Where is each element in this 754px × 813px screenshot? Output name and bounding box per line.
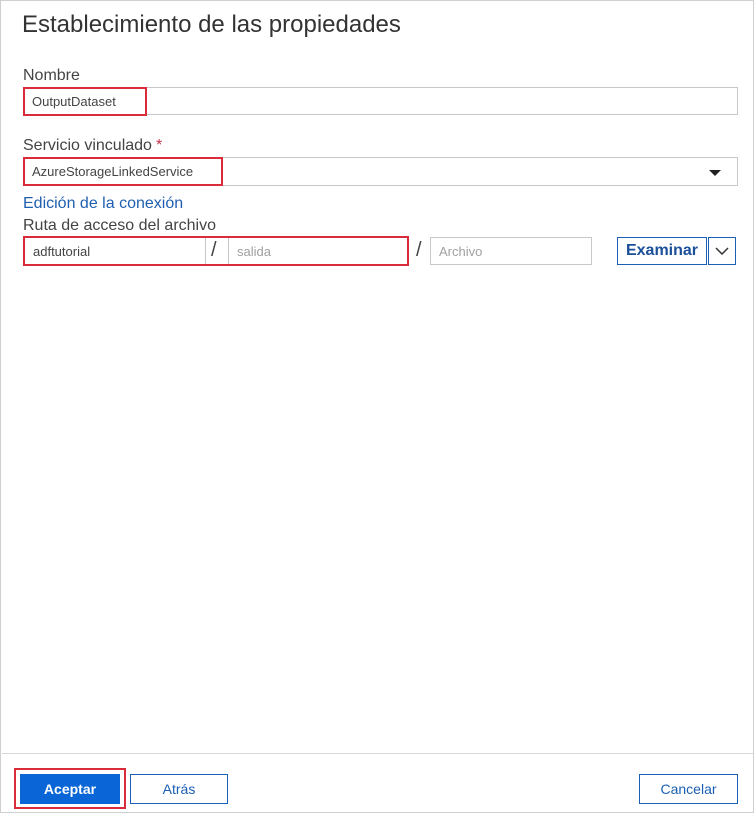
cancel-button[interactable]: Cancelar <box>639 774 738 804</box>
path-separator: / <box>211 239 217 261</box>
linked-service-label: Servicio vinculado * <box>23 137 162 155</box>
chevron-down-icon <box>709 170 721 176</box>
file-input[interactable]: Archivo <box>430 237 592 265</box>
back-button[interactable]: Atrás <box>130 774 228 804</box>
name-value: OutputDataset <box>32 93 116 109</box>
linked-service-select[interactable]: AzureStorageLinkedService <box>23 157 738 186</box>
folder-input[interactable]: salida <box>228 237 408 265</box>
folder-placeholder: salida <box>237 243 271 259</box>
linked-service-label-text: Servicio vinculado <box>23 137 152 154</box>
required-mark: * <box>155 137 163 154</box>
name-label: Nombre <box>23 67 80 84</box>
browse-dropdown-button[interactable] <box>708 237 736 265</box>
path-separator: / <box>416 239 422 261</box>
edit-connection-link[interactable]: Edición de la conexión <box>23 195 183 213</box>
footer-divider <box>2 753 753 754</box>
browse-button[interactable]: Examinar <box>617 237 707 265</box>
container-value: adftutorial <box>33 243 91 259</box>
file-path-label: Ruta de acceso del archivo <box>23 217 216 234</box>
page-title: Establecimiento de las propiedades <box>22 11 401 38</box>
name-input[interactable]: OutputDataset <box>23 87 738 115</box>
linked-service-value: AzureStorageLinkedService <box>32 164 194 179</box>
container-input[interactable]: adftutorial <box>24 237 206 265</box>
file-placeholder: Archivo <box>439 243 483 259</box>
ok-button[interactable]: Aceptar <box>20 774 120 804</box>
chevron-down-icon <box>715 246 729 255</box>
properties-panel: Establecimiento de las propiedades Nombr… <box>0 0 754 813</box>
